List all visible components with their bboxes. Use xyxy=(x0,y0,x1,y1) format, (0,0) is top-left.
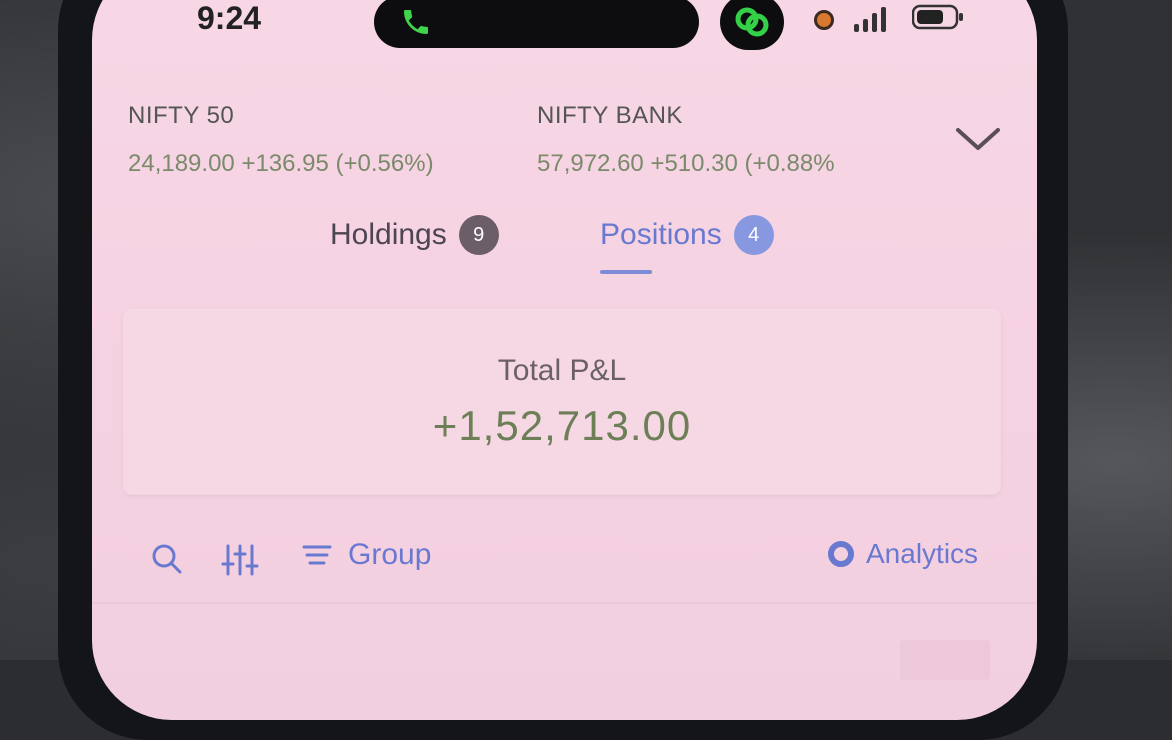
total-pnl-card: Total P&L +1,52,713.00 xyxy=(124,310,1000,494)
dynamic-island[interactable] xyxy=(374,0,699,48)
positions-toolbar: Group Analytics xyxy=(92,538,1037,588)
group-button[interactable]: Group xyxy=(302,538,431,572)
group-label: Group xyxy=(348,538,432,571)
search-button[interactable] xyxy=(150,542,184,576)
tab-holdings[interactable]: Holdings 9 xyxy=(330,215,499,255)
analytics-button[interactable]: Analytics xyxy=(828,538,978,570)
index-name: NIFTY BANK xyxy=(537,102,683,129)
index-values: 57,972.60 +510.30 (+0.88% xyxy=(537,150,835,177)
analytics-label: Analytics xyxy=(866,538,979,569)
signal-icon xyxy=(854,4,886,32)
list-lines-icon xyxy=(302,545,332,565)
tab-positions[interactable]: Positions 4 xyxy=(600,215,774,255)
tab-label: Holdings xyxy=(330,218,447,251)
filter-sliders-icon xyxy=(221,544,259,576)
pnl-value: +1,52,713.00 xyxy=(432,402,692,449)
filter-button[interactable] xyxy=(220,542,260,578)
recording-indicator-icon xyxy=(814,10,834,30)
chevron-down-icon[interactable] xyxy=(954,124,1002,154)
analytics-ring-icon xyxy=(828,541,854,567)
index-name: NIFTY 50 xyxy=(128,102,235,129)
pnl-label: Total P&L xyxy=(497,354,627,387)
index-values: 24,189.00 +136.95 (+0.56%) xyxy=(128,150,434,177)
phone-call-icon xyxy=(404,10,428,34)
search-icon xyxy=(152,544,182,574)
index-nifty-50[interactable]: NIFTY 50 24,189.00 +136.95 (+0.56%) xyxy=(128,102,434,178)
positions-count-badge: 4 xyxy=(733,215,774,255)
active-tab-indicator xyxy=(600,270,652,274)
link-app-icon xyxy=(735,7,769,37)
status-time: 9:24 xyxy=(197,0,262,36)
position-tag xyxy=(900,640,990,680)
index-nifty-bank[interactable]: NIFTY BANK 57,972.60 +510.30 (+0.88% xyxy=(537,102,907,178)
tab-label: Positions xyxy=(600,218,722,251)
app-screen: 9:24 NIFTY 50 24,189.00 +136.95 (+0.56%)… xyxy=(92,0,1037,720)
background-app-indicator[interactable] xyxy=(720,0,784,50)
divider xyxy=(92,602,1037,604)
holdings-count-badge: 9 xyxy=(458,215,499,255)
battery-icon xyxy=(912,4,963,30)
